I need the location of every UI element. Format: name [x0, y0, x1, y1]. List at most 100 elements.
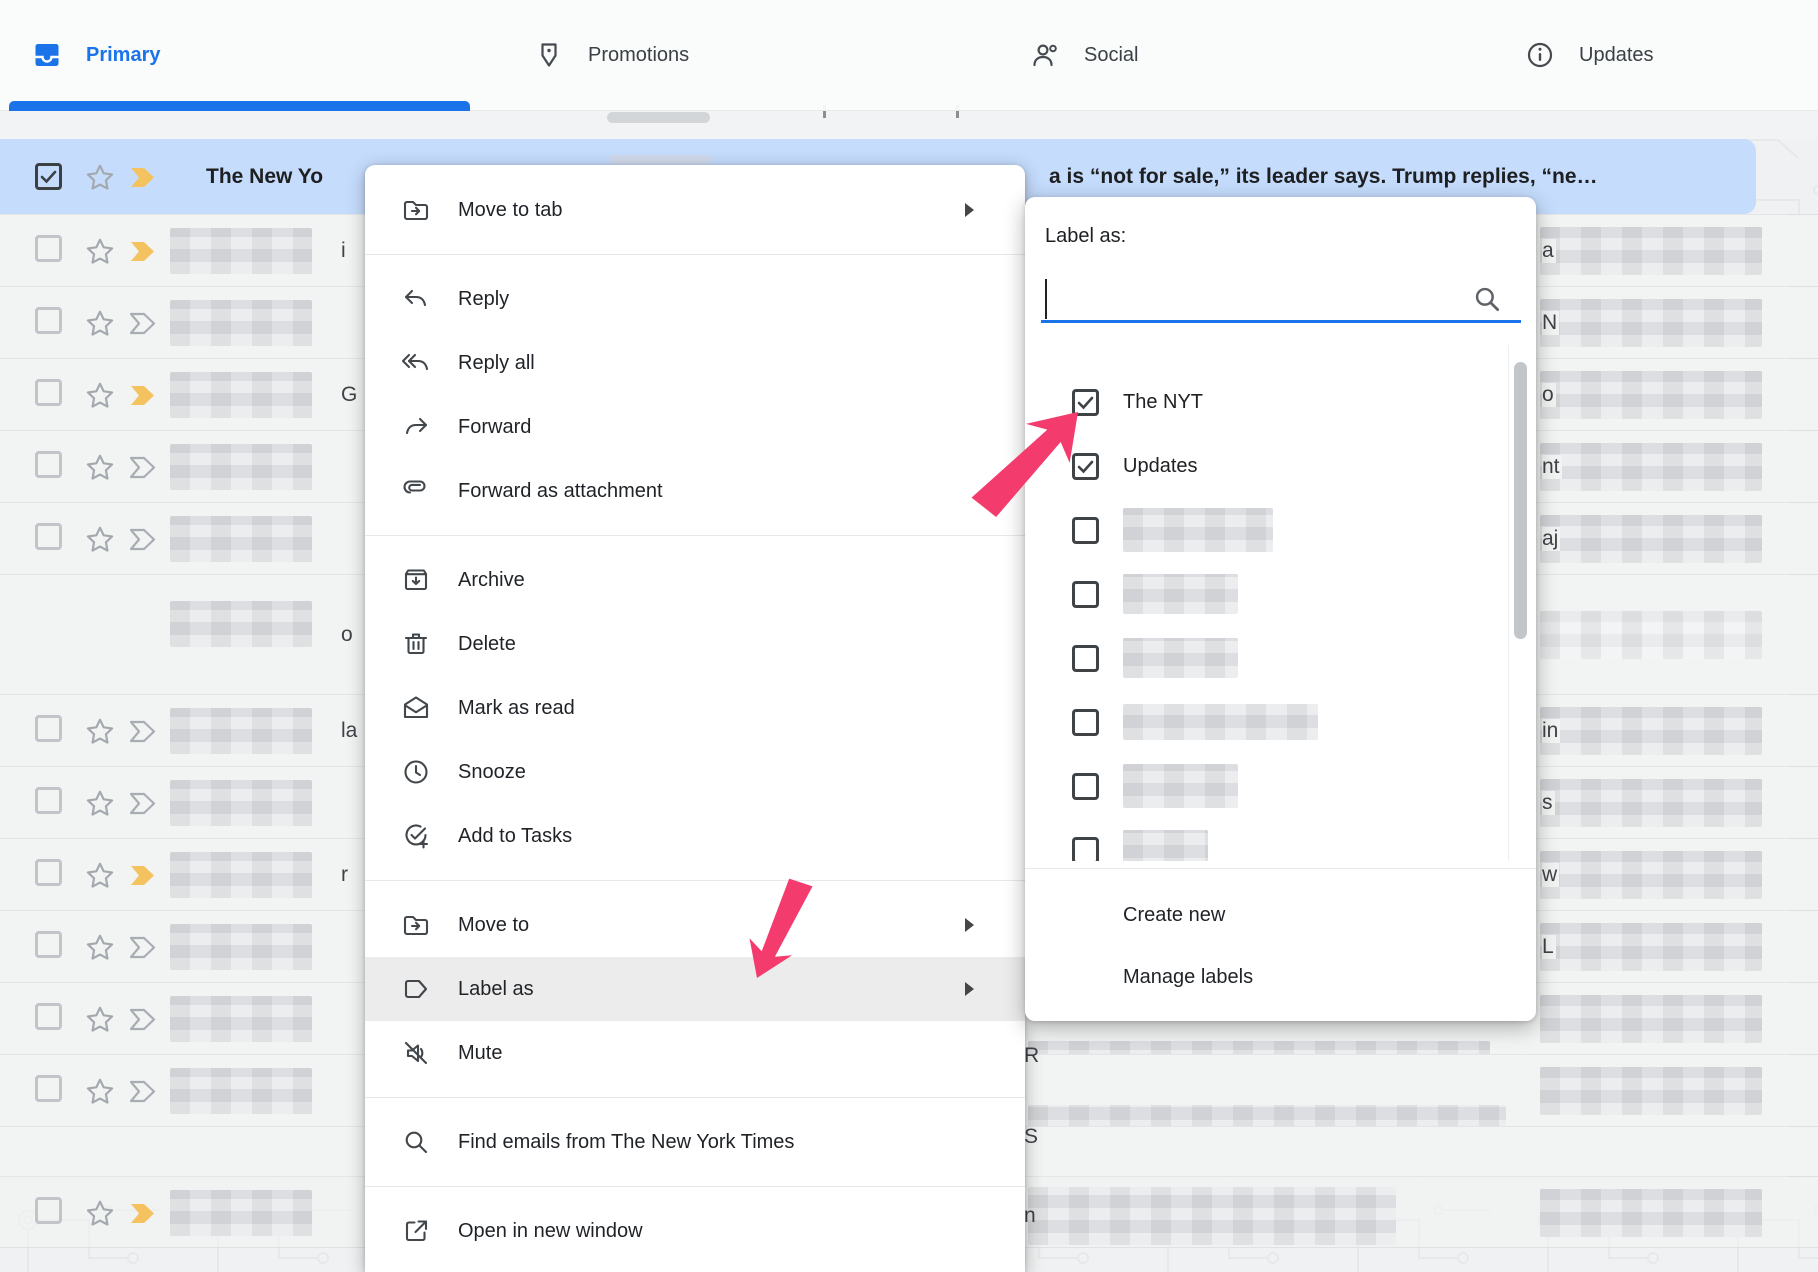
- label-option-blurred[interactable]: [1025, 818, 1505, 861]
- star-icon: [86, 163, 114, 191]
- importance-marker-icon: [130, 456, 156, 479]
- menu-item-open-in-new-window[interactable]: Open in new window: [365, 1199, 1025, 1263]
- menu-item-move-to[interactable]: Move to: [365, 893, 1025, 957]
- label-checkbox[interactable]: [1072, 773, 1099, 800]
- importance-marker-wrap[interactable]: [130, 1008, 156, 1036]
- tag-icon: [534, 40, 564, 70]
- menu-item-mute[interactable]: Mute: [365, 1021, 1025, 1085]
- menu-item-forward-as-attachment[interactable]: Forward as attachment: [365, 459, 1025, 523]
- star-icon-wrap[interactable]: [86, 717, 114, 750]
- star-icon-wrap[interactable]: [86, 381, 114, 414]
- menu-item-snooze[interactable]: Snooze: [365, 740, 1025, 804]
- importance-marker-wrap[interactable]: [130, 1202, 156, 1230]
- manage-labels-button[interactable]: Manage labels: [1025, 949, 1536, 1005]
- search-icon: [401, 1127, 431, 1157]
- partial-row-strip: [0, 111, 1818, 139]
- star-icon-wrap[interactable]: [86, 1005, 114, 1038]
- label-option-blurred[interactable]: [1025, 562, 1505, 626]
- importance-marker-wrap[interactable]: [130, 384, 156, 412]
- email-checkbox[interactable]: [35, 1197, 62, 1224]
- cut-text-fragment: S: [1024, 1125, 1038, 1149]
- importance-marker-wrap[interactable]: [130, 1080, 156, 1108]
- email-checkbox[interactable]: [35, 379, 62, 406]
- blurred-snippet: [1540, 371, 1762, 419]
- email-checkbox[interactable]: [35, 307, 62, 334]
- menu-item-reply[interactable]: Reply: [365, 267, 1025, 331]
- star-icon-wrap[interactable]: [86, 237, 114, 270]
- open-new-icon: [401, 1216, 431, 1246]
- label-option-updates[interactable]: Updates: [1025, 434, 1505, 498]
- submenu-caret-icon: [965, 982, 975, 996]
- email-checkbox[interactable]: [35, 1003, 62, 1030]
- importance-marker-wrap[interactable]: [130, 936, 156, 964]
- tab-promotions[interactable]: Promotions: [534, 0, 689, 110]
- star-icon-wrap[interactable]: [86, 933, 114, 966]
- blurred-sender: [170, 852, 312, 898]
- star-icon-wrap[interactable]: [86, 861, 114, 894]
- importance-marker-wrap[interactable]: [130, 312, 156, 340]
- blurred-chip: [607, 112, 710, 123]
- label-checkbox[interactable]: [1072, 709, 1099, 736]
- menu-item-find-emails-from-the-new-york-times[interactable]: Find emails from The New York Times: [365, 1110, 1025, 1174]
- email-checkbox[interactable]: [35, 715, 62, 742]
- forward-icon: [401, 412, 431, 442]
- scrollbar-thumb[interactable]: [1514, 362, 1527, 639]
- email-checkbox[interactable]: [35, 931, 62, 958]
- label-checkbox[interactable]: [1072, 645, 1099, 672]
- label-option-blurred[interactable]: [1025, 754, 1505, 818]
- star-icon-wrap[interactable]: [86, 309, 114, 342]
- importance-marker-wrap[interactable]: [130, 864, 156, 892]
- star-icon-wrap[interactable]: [86, 1077, 114, 1110]
- importance-marker-icon[interactable]: [130, 166, 156, 194]
- cut-text-fragment: la: [341, 719, 357, 743]
- email-checkbox[interactable]: [35, 523, 62, 550]
- menu-item-add-to-tasks[interactable]: Add to Tasks: [365, 804, 1025, 868]
- label-option-blurred[interactable]: [1025, 690, 1505, 754]
- label-option-blurred[interactable]: [1025, 498, 1505, 562]
- tab-social[interactable]: Social: [1030, 0, 1138, 110]
- importance-marker-wrap[interactable]: [130, 792, 156, 820]
- menu-item-delete[interactable]: Delete: [365, 612, 1025, 676]
- star-icon-wrap[interactable]: [86, 1199, 114, 1232]
- label-checkbox[interactable]: [1072, 581, 1099, 608]
- email-checkbox[interactable]: [35, 163, 62, 190]
- importance-marker-wrap[interactable]: [130, 528, 156, 556]
- label-option-blurred[interactable]: [1025, 626, 1505, 690]
- email-checkbox[interactable]: [35, 859, 62, 886]
- menu-item-forward[interactable]: Forward: [365, 395, 1025, 459]
- label-checkbox[interactable]: [1072, 837, 1099, 861]
- label-search-field[interactable]: [1041, 275, 1521, 323]
- star-icon[interactable]: [86, 163, 114, 196]
- create-new-label-button[interactable]: Create new: [1025, 887, 1536, 943]
- label-checkbox[interactable]: [1072, 389, 1099, 416]
- email-checkbox[interactable]: [35, 787, 62, 814]
- star-icon-wrap[interactable]: [86, 789, 114, 822]
- folder-move-icon: [401, 195, 431, 225]
- blurred-sender: [170, 444, 312, 490]
- star-icon-wrap[interactable]: [86, 453, 114, 486]
- menu-item-label: Open in new window: [458, 1220, 643, 1243]
- label-search-input[interactable]: [1051, 277, 1451, 321]
- label-checkbox[interactable]: [1072, 453, 1099, 480]
- tab-primary[interactable]: Primary: [32, 0, 161, 110]
- cut-text-fragment: G: [341, 383, 357, 407]
- email-checkbox[interactable]: [35, 1075, 62, 1102]
- menu-item-reply-all[interactable]: Reply all: [365, 331, 1025, 395]
- menu-item-mark-as-read[interactable]: Mark as read: [365, 676, 1025, 740]
- email-checkbox[interactable]: [35, 235, 62, 262]
- inbox-icon: [32, 40, 62, 70]
- menu-item-label-as[interactable]: Label as: [365, 957, 1025, 1021]
- importance-marker-wrap[interactable]: [130, 720, 156, 748]
- label-checkbox[interactable]: [1072, 517, 1099, 544]
- menu-item-archive[interactable]: Archive: [365, 548, 1025, 612]
- menu-item-label: Delete: [458, 633, 516, 656]
- star-icon-wrap[interactable]: [86, 525, 114, 558]
- menu-item-move-to-tab[interactable]: Move to tab: [365, 178, 1025, 242]
- inbox-tab-bar: Primary Promotions Social Updates: [0, 0, 1818, 111]
- search-icon: [1471, 283, 1503, 315]
- importance-marker-wrap[interactable]: [130, 240, 156, 268]
- email-checkbox[interactable]: [35, 451, 62, 478]
- label-option-the-nyt[interactable]: The NYT: [1025, 370, 1505, 434]
- importance-marker-wrap[interactable]: [130, 456, 156, 484]
- tab-updates[interactable]: Updates: [1525, 0, 1654, 110]
